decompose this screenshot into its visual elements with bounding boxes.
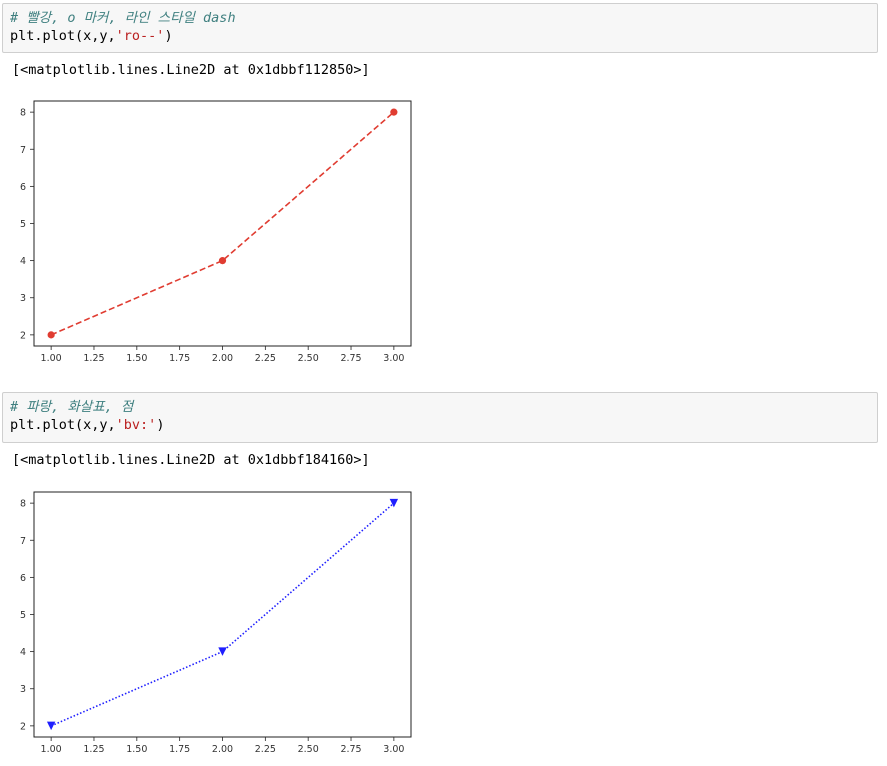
x-tick-label: 1.25	[83, 744, 104, 755]
code-cell-1[interactable]: # 빨강, o 마커, 라인 스타일 dash plt.plot(x,y,'ro…	[2, 3, 878, 53]
x-tick-label: 2.25	[255, 353, 276, 364]
code-cell-2[interactable]: # 파랑, 화살표, 점 plt.plot(x,y,'bv:')	[2, 392, 878, 443]
x-tick-label: 2.25	[255, 744, 276, 755]
code-comment: # 빨강, o 마커, 라인 스타일 dash	[10, 10, 236, 26]
plot-area	[33, 491, 412, 738]
code-line: plt.plot(x,y,'bv:')	[10, 416, 870, 434]
code-line: plt.plot(x,y,'ro--')	[10, 27, 870, 45]
x-tick-label: 2.75	[340, 353, 361, 364]
output-text-2: [<matplotlib.lines.Line2D at 0x1dbbf1841…	[12, 452, 370, 468]
y-tick-label: 5	[20, 610, 26, 621]
x-tick-label: 1.50	[126, 353, 147, 364]
y-tick-label: 2	[20, 721, 26, 732]
y-tick-label: 5	[20, 219, 26, 230]
y-tick-label: 3	[20, 293, 26, 304]
x-tick-label: 2.00	[212, 353, 233, 364]
x-tick-label: 2.75	[340, 744, 361, 755]
x-tick-label: 2.50	[298, 353, 319, 364]
x-tick-label: 2.00	[212, 744, 233, 755]
y-tick-label: 7	[20, 536, 26, 547]
code-string: 'ro--'	[115, 28, 165, 44]
x-tick-label: 1.25	[83, 353, 104, 364]
data-point	[390, 108, 398, 116]
y-tick-label: 8	[20, 499, 26, 510]
output-text-1: [<matplotlib.lines.Line2D at 0x1dbbf1128…	[12, 62, 370, 78]
code-suffix: )	[156, 417, 165, 433]
y-tick-label: 6	[20, 573, 26, 584]
y-tick-label: 8	[20, 108, 26, 119]
x-tick-label: 1.00	[41, 353, 62, 364]
x-tick-label: 2.50	[298, 744, 319, 755]
code-prefix: plt.plot(x,y,	[10, 28, 116, 44]
y-tick-label: 4	[20, 256, 26, 267]
x-tick-label: 1.50	[126, 744, 147, 755]
code-string: 'bv:'	[115, 417, 157, 433]
line-chart-red-dashed: 1.00 1.25 1.50 1.75 2.00 2.25 2.50 2.75 3.00 2 3 4 5…	[20, 100, 412, 364]
x-tick-label: 1.00	[41, 744, 62, 755]
data-point	[218, 257, 227, 265]
x-tick-label: 1.75	[169, 353, 190, 364]
code-suffix: )	[164, 28, 173, 44]
x-tick-label: 3.00	[383, 353, 404, 364]
y-tick-label: 7	[20, 145, 26, 156]
x-tick-label: 1.75	[169, 744, 190, 755]
x-tick-label: 3.00	[383, 744, 404, 755]
y-tick-label: 2	[20, 330, 26, 341]
data-point	[47, 331, 55, 339]
code-prefix: plt.plot(x,y,	[10, 417, 116, 433]
y-tick-label: 4	[20, 647, 26, 658]
y-tick-label: 6	[20, 182, 26, 193]
y-tick-label: 3	[20, 684, 26, 695]
code-comment: # 파랑, 화살표, 점	[10, 399, 134, 415]
line-chart-blue-dotted: 1.00 1.25 1.50 1.75 2.00 2.25 2.50 2.75 3.00 2 3 4 5…	[20, 491, 412, 755]
plot-area	[33, 100, 412, 347]
